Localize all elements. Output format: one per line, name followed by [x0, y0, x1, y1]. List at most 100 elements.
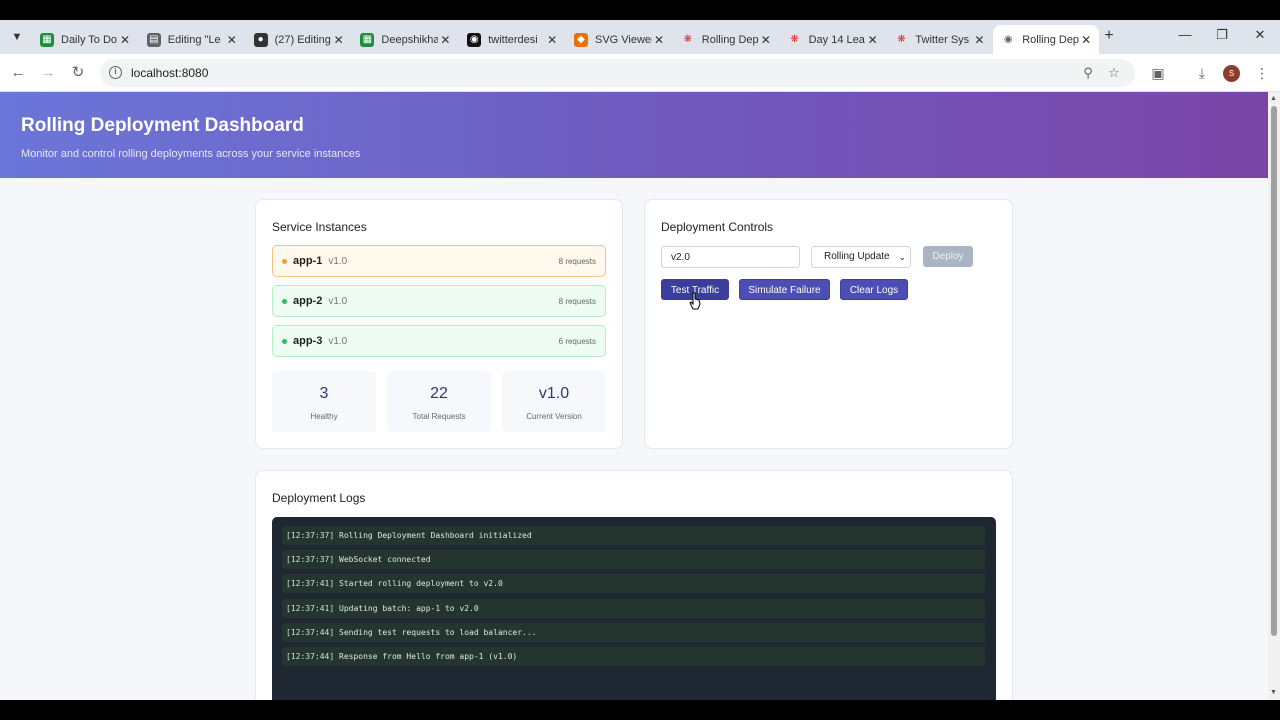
deployment-controls-title: Deployment Controls	[661, 220, 774, 234]
instance-version: v1.0	[328, 295, 348, 307]
instance-name: app-3	[293, 335, 323, 347]
close-tab-icon[interactable]: ✕	[652, 33, 666, 47]
minimize-icon[interactable]: —	[1175, 27, 1195, 42]
hand-pointer-cursor-icon	[689, 292, 701, 310]
browser-tab[interactable]: ◆ SVG Viewer ✕	[566, 25, 672, 54]
page-subtitle: Monitor and control rolling deployments …	[21, 148, 361, 160]
profile-icon: ●	[253, 32, 268, 47]
service-instances-title: Service Instances	[272, 220, 367, 234]
zoom-icon[interactable]: ⚲	[1080, 65, 1096, 81]
instance-requests: 8 requests	[558, 256, 596, 266]
close-tab-icon[interactable]: ✕	[118, 33, 132, 47]
browser-tab[interactable]: ◉ Rolling Dep ✕	[993, 25, 1100, 54]
log-message: Response from Hello from app-1 (v1.0)	[339, 652, 518, 661]
status-dot	[282, 298, 287, 304]
close-tab-icon[interactable]: ✕	[438, 33, 452, 47]
strategy-select[interactable]: Rolling Update ⌄	[811, 246, 911, 268]
globe-icon: ◉	[1003, 34, 1013, 45]
browser-tab[interactable]: ❋ Rolling Dep ✕	[673, 25, 779, 54]
log-timestamp: [12:37:41]	[286, 579, 335, 589]
browser-tab[interactable]: ▤ Editing "Le ✕	[139, 25, 245, 54]
site-info-icon[interactable]: i	[109, 66, 122, 79]
log-message: WebSocket connected	[339, 555, 431, 565]
claude-icon: ❋	[683, 34, 692, 45]
profile-avatar[interactable]: S	[1223, 65, 1240, 82]
instance-version: v1.0	[328, 335, 348, 347]
log-entry: [12:37:41] Started rolling deployment to…	[282, 574, 985, 594]
instance-name: app-1	[293, 255, 323, 267]
browser-tab-strip: ▼ ▦ Daily To Do ✕ ▤ Editing "Le ✕ ● (27) Editin…	[0, 20, 1280, 54]
address-bar[interactable]: i localhost:8080 ⚲ ☆	[100, 59, 1135, 87]
strategy-selected-value: Rolling Update	[824, 251, 890, 262]
page-scrollbar[interactable]: ▲ ▼	[1268, 92, 1280, 700]
deployment-controls-card: Deployment Controls Rolling Update ⌄ Dep…	[644, 199, 1013, 449]
browser-tab[interactable]: ▦ Deepshikha ✕	[352, 25, 458, 54]
screen-bottom-edge	[0, 700, 1280, 720]
log-entry: [12:37:44] Response from Hello from app-…	[282, 647, 985, 666]
log-entry: [12:37:37] Rolling Deployment Dashboard …	[282, 526, 985, 545]
reload-icon[interactable]: ↻	[69, 64, 87, 82]
download-icon[interactable]: ⤓	[1194, 65, 1210, 81]
claude-icon: ❋	[897, 34, 906, 45]
deployment-logs-title: Deployment Logs	[272, 491, 366, 505]
service-instances-card: Service Instances app-1 v1.0 8 requests app…	[255, 199, 623, 449]
close-tab-icon[interactable]: ✕	[1079, 33, 1093, 47]
stat-tile: 3 Healthy	[272, 371, 376, 432]
browser-tab-title: Day 14 Lea	[808, 33, 865, 46]
browser-tab[interactable]: ❋ Day 14 Lea ✕	[780, 25, 886, 54]
log-message: Rolling Deployment Dashboard initialized	[339, 531, 532, 540]
browser-tab[interactable]: ◉ twitterdesi ✕	[459, 25, 565, 54]
stat-value: v1.0	[538, 385, 570, 402]
stat-label: Current Version	[526, 412, 582, 421]
log-console[interactable]: [12:37:37] Rolling Deployment Dashboard …	[272, 517, 996, 700]
url-text[interactable]: localhost:8080	[131, 66, 208, 80]
chevron-down-icon: ⌄	[898, 252, 906, 262]
browser-tab[interactable]: ● (27) Editing ✕	[246, 25, 352, 54]
browser-tab-title: Editing "Le	[167, 33, 221, 46]
log-entry: [12:37:44] Sending test requests to load…	[282, 622, 985, 642]
close-tab-icon[interactable]: ✕	[332, 33, 346, 47]
extensions-puzzle-icon[interactable]: ▣	[1150, 65, 1166, 81]
browser-toolbar: ← → ↻ i localhost:8080 ⚲ ☆ ▣ ⤓ S ⋮	[0, 54, 1280, 92]
clear-logs-button[interactable]: Clear Logs	[840, 279, 908, 300]
page-viewport: Rolling Deployment Dashboard Monitor and…	[0, 92, 1268, 700]
new-tab-plus-icon[interactable]: +	[1101, 27, 1117, 45]
log-message: Updating batch: app-1 to v2.0	[339, 603, 479, 613]
instance-row: app-2 v1.0 8 requests	[272, 285, 606, 317]
browser-tab-title: twitterdesi	[488, 33, 538, 46]
scroll-up-arrow-icon[interactable]: ▲	[1270, 95, 1277, 102]
log-timestamp: [12:37:41]	[286, 603, 335, 613]
scroll-down-arrow-icon[interactable]: ▼	[1270, 689, 1277, 696]
browser-tab-title: (27) Editing	[274, 33, 331, 46]
close-tab-icon[interactable]: ✕	[545, 33, 559, 47]
instance-requests: 6 requests	[558, 336, 596, 346]
tab-search-chevron-icon[interactable]: ▼	[8, 28, 26, 46]
log-message: Sending test requests to load balancer..…	[339, 627, 537, 637]
sheets-icon: ▦	[360, 32, 375, 47]
forward-arrow-icon[interactable]: →	[39, 64, 57, 82]
browser-tab-title: Twitter Sys	[915, 33, 970, 46]
close-tab-icon[interactable]: ✕	[866, 33, 880, 47]
deploy-button[interactable]: Deploy	[923, 246, 973, 267]
scrollbar-thumb[interactable]	[1271, 106, 1277, 636]
kebab-menu-icon[interactable]: ⋮	[1254, 65, 1270, 81]
browser-tab[interactable]: ❋ Twitter Sys ✕	[886, 25, 992, 54]
restore-icon[interactable]: ❐	[1212, 27, 1232, 43]
claude-icon: ❋	[790, 34, 799, 45]
deployment-logs-card: Deployment Logs [12:37:37] Rolling Deplo…	[255, 470, 1013, 700]
simulate-failure-button[interactable]: Simulate Failure	[739, 279, 830, 300]
close-tab-icon[interactable]: ✕	[759, 33, 773, 47]
browser-tab[interactable]: ▦ Daily To Do ✕	[32, 25, 138, 54]
back-arrow-icon[interactable]: ←	[9, 64, 27, 82]
instance-name: app-2	[293, 295, 323, 307]
log-entry: [12:37:37] WebSocket connected	[282, 550, 985, 570]
svg-icon: ◆	[574, 32, 588, 47]
bookmark-star-icon[interactable]: ☆	[1106, 65, 1122, 81]
log-timestamp: [12:37:37]	[286, 531, 335, 540]
version-input[interactable]	[661, 246, 800, 268]
sheets-icon: ▦	[40, 32, 54, 47]
close-tab-icon[interactable]: ✕	[225, 33, 239, 47]
close-window-icon[interactable]: ✕	[1250, 27, 1270, 43]
close-tab-icon[interactable]: ✕	[972, 33, 986, 47]
browser-tab-title: Rolling Dep	[701, 33, 759, 46]
